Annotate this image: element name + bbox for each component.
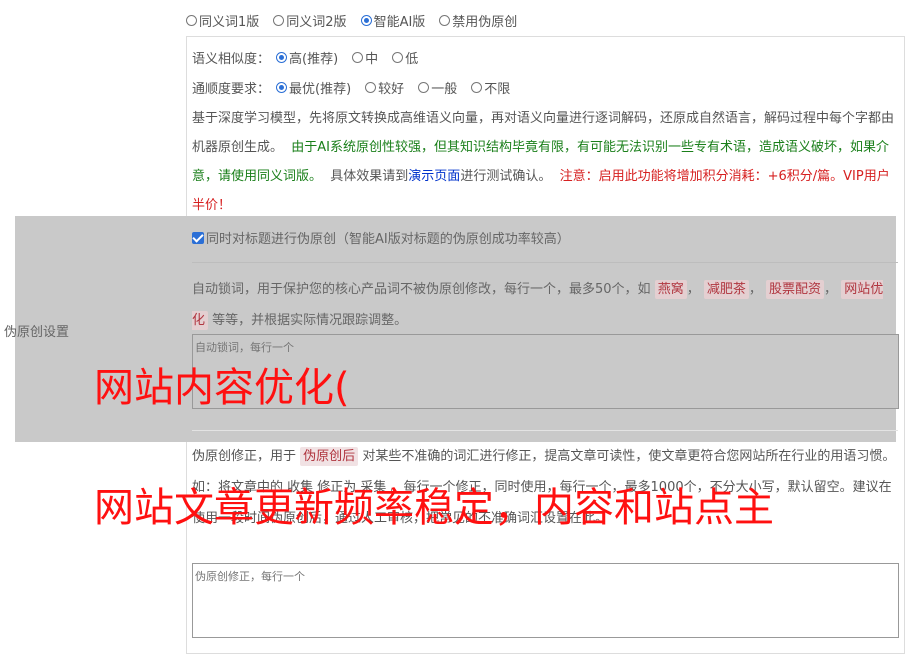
separator: ，: [686, 282, 700, 297]
section-side-label: 伪原创设置: [4, 325, 70, 340]
demo-page-link[interactable]: 演示页面: [408, 169, 460, 184]
radio-fluency-good[interactable]: [365, 82, 377, 93]
divider: [192, 430, 898, 431]
mode-option-disable[interactable]: 禁用伪原创: [439, 11, 517, 30]
mode-option-label: 同义词1版: [199, 15, 260, 30]
watermark-text-1: 网站内容优化(: [94, 365, 350, 411]
similarity-option-label: 中: [365, 52, 379, 67]
watermark-text-2: 网站文章更新频率稳定，内容和站点主: [94, 485, 774, 531]
radio-synonym-2[interactable]: [273, 15, 285, 26]
similarity-option-label: 高(推荐): [289, 52, 339, 67]
fluency-option-label: 较好: [378, 82, 405, 97]
radio-similarity-mid[interactable]: [352, 52, 364, 63]
mode-option-label: 同义词2版: [286, 15, 347, 30]
fluency-label: 通顺度要求：: [192, 82, 271, 97]
desc-text-3: 进行测试确认。: [460, 169, 552, 184]
fluency-option-label: 不限: [484, 82, 511, 97]
similarity-option-label: 低: [405, 52, 419, 67]
radio-fluency-normal[interactable]: [418, 82, 430, 93]
fix-tag: 伪原创后: [300, 447, 359, 466]
title-rewrite-label: 同时对标题进行伪原创（智能AI版对标题的伪原创成功率较高）: [206, 232, 570, 247]
radio-similarity-high[interactable]: [276, 52, 288, 63]
radio-ai[interactable]: [360, 15, 372, 26]
similarity-row: 语义相似度： 高(推荐) 中 低: [192, 48, 432, 67]
separator: ，: [824, 282, 838, 297]
fluency-option-good[interactable]: 较好: [365, 78, 404, 97]
similarity-option-low[interactable]: 低: [392, 48, 418, 67]
mode-option-ai[interactable]: 智能AI版: [360, 11, 426, 30]
lock-words-description: 自动锁词，用于保护您的核心产品词不被伪原创修改，每行一个，最多50个，如 燕窝，…: [192, 274, 898, 336]
fluency-option-any[interactable]: 不限: [471, 78, 510, 97]
fix-words-input[interactable]: [192, 563, 899, 638]
example-tag: 股票配资: [766, 280, 825, 299]
fix-desc-text: 伪原创修正，用于: [192, 449, 297, 464]
fluency-option-best[interactable]: 最优(推荐): [276, 78, 351, 97]
lock-desc-text-2: 等等，并根据实际情况跟踪调整。: [212, 313, 408, 328]
similarity-option-mid[interactable]: 中: [352, 48, 378, 67]
mode-option-synonym-2[interactable]: 同义词2版: [273, 11, 347, 30]
radio-disable[interactable]: [439, 15, 451, 26]
title-rewrite-checkbox-row[interactable]: 同时对标题进行伪原创（智能AI版对标题的伪原创成功率较高）: [192, 228, 570, 247]
divider: [192, 262, 898, 263]
title-rewrite-checkbox[interactable]: [192, 231, 204, 244]
fluency-option-normal[interactable]: 一般: [418, 78, 457, 97]
separator: ，: [748, 282, 762, 297]
radio-similarity-low[interactable]: [392, 52, 404, 63]
ai-description: 基于深度学习模型，先将原文转换成高维语义向量，再对语义向量进行逐词解码，还原成自…: [192, 104, 897, 220]
radio-fluency-any[interactable]: [471, 82, 483, 93]
similarity-option-high[interactable]: 高(推荐): [276, 48, 338, 67]
desc-text-2: 具体效果请到: [330, 169, 409, 184]
lock-desc-text: 自动锁词，用于保护您的核心产品词不被伪原创修改，每行一个，最多50个，如: [192, 282, 651, 297]
radio-fluency-best[interactable]: [276, 82, 288, 93]
mode-option-label: 智能AI版: [373, 15, 426, 30]
radio-synonym-1[interactable]: [186, 15, 197, 26]
mode-radio-group: 同义词1版 同义词2版 智能AI版 禁用伪原创: [186, 11, 531, 30]
mode-option-synonym-1[interactable]: 同义词1版: [186, 11, 259, 30]
mode-option-label: 禁用伪原创: [452, 15, 518, 30]
fluency-row: 通顺度要求： 最优(推荐) 较好 一般 不限: [192, 78, 524, 97]
fluency-option-label: 一般: [431, 82, 458, 97]
similarity-label: 语义相似度：: [192, 52, 271, 67]
example-tag: 减肥茶: [703, 280, 749, 299]
fluency-option-label: 最优(推荐): [289, 82, 352, 97]
example-tag: 燕窝: [654, 280, 687, 299]
